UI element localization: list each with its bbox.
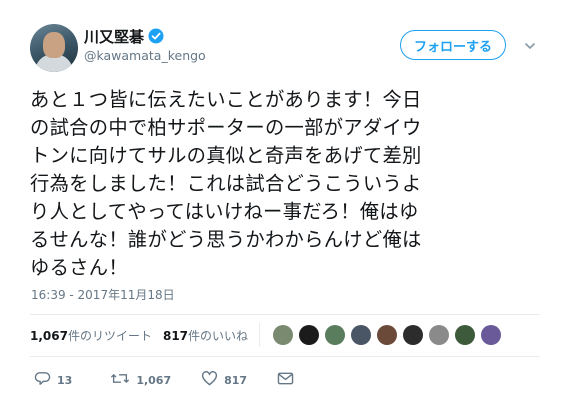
avatar-icon[interactable] xyxy=(351,325,372,345)
retweet-stat[interactable]: 1,067件のリツイート xyxy=(30,327,152,344)
author-handle[interactable]: @kawamata_kengo xyxy=(84,48,206,63)
tweet-card: 川又堅碁 @kawamata_kengo フォローする あと１つ皆に伝えたいこと… xyxy=(0,0,569,415)
envelope-icon xyxy=(277,371,294,390)
tweet-stats: 1,067件のリツイート 817件のいいね xyxy=(30,322,502,348)
like-stat[interactable]: 817件のいいね xyxy=(163,327,248,344)
retweet-stat-label: 件のリツイート xyxy=(67,328,152,343)
divider xyxy=(30,356,540,357)
like-count: 817 xyxy=(224,373,248,387)
author-name[interactable]: 川又堅碁 xyxy=(84,26,144,47)
avatar-face xyxy=(43,32,65,58)
retweet-icon xyxy=(110,370,130,391)
reply-button[interactable]: 13 xyxy=(34,370,72,391)
tweet-header: 川又堅碁 @kawamata_kengo フォローする xyxy=(30,24,550,74)
author-name-row[interactable]: 川又堅碁 xyxy=(84,26,164,46)
avatar-icon[interactable] xyxy=(429,325,450,345)
avatar-icon[interactable] xyxy=(481,325,502,345)
chevron-down-icon[interactable] xyxy=(523,38,537,52)
reply-icon xyxy=(34,370,51,391)
avatar-icon[interactable] xyxy=(273,325,294,345)
follow-button[interactable]: フォローする xyxy=(400,30,506,60)
avatar-icon[interactable] xyxy=(325,325,346,345)
reply-count: 13 xyxy=(57,373,73,387)
like-stat-label: 件のいいね xyxy=(188,328,249,343)
tweet-text-line: り人としてやってはいけねー事だろ！俺はゆ xyxy=(30,200,419,223)
avatar-icon[interactable] xyxy=(299,325,320,345)
stats-separator xyxy=(259,323,261,347)
tweet-text-line: ゆるさん！ xyxy=(30,256,128,279)
avatar-icon[interactable] xyxy=(455,325,476,345)
retweet-count: 1,067 xyxy=(136,373,172,387)
direct-message-button[interactable] xyxy=(277,371,294,390)
tweet-text: あと１つ皆に伝えたいことがあります！今日 の試合の中で柏サポーターの一部がアダイ… xyxy=(30,86,550,282)
author-avatar[interactable] xyxy=(30,24,78,72)
verified-badge-icon xyxy=(148,28,164,44)
avatar-icon[interactable] xyxy=(377,325,398,345)
tweet-timestamp[interactable]: 16:39 - 2017年11月18日 xyxy=(31,286,175,303)
like-stat-count: 817 xyxy=(162,328,189,343)
divider xyxy=(30,314,540,315)
tweet-text-line: の試合の中で柏サポーターの一部がアダイウ xyxy=(30,116,422,139)
retweet-button[interactable]: 1,067 xyxy=(110,370,171,391)
tweet-text-line: 行為をしました！これは試合どうこういうよ xyxy=(30,172,422,195)
retweet-stat-count: 1,067 xyxy=(30,328,68,343)
tweet-text-line: トンに向けてサルの真似と奇声をあげて差別 xyxy=(30,144,422,167)
avatar-icon[interactable] xyxy=(403,325,424,345)
tweet-text-line: るせんな！誰がどう思うかわからんけど俺は xyxy=(30,228,422,251)
like-button[interactable]: 817 xyxy=(201,370,247,391)
tweet-text-line: あと１つ皆に伝えたいことがあります！今日 xyxy=(30,88,422,111)
heart-icon xyxy=(201,370,218,391)
liker-avatars xyxy=(273,325,502,345)
tweet-actions: 13 1,067 817 xyxy=(34,370,294,390)
